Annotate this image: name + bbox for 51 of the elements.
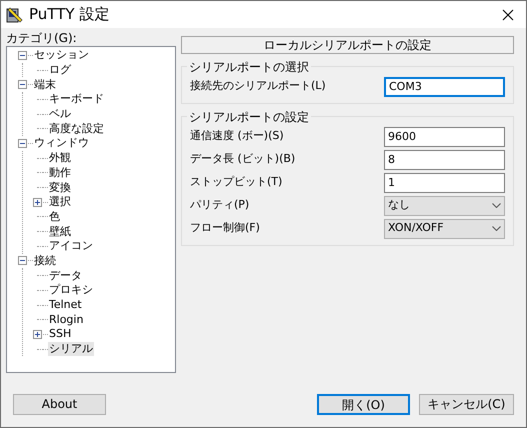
- tree-item[interactable]: 接続: [33, 254, 57, 268]
- tree-item[interactable]: ベル: [48, 107, 72, 122]
- window-title: PuTTY 設定: [29, 4, 110, 26]
- group-title: シリアルポートの選択: [187, 58, 311, 76]
- tree-item[interactable]: 選択: [48, 195, 72, 210]
- tree-item[interactable]: 高度な設定: [48, 122, 105, 136]
- tree-item[interactable]: データ: [48, 268, 83, 283]
- tree-item[interactable]: 端末: [33, 78, 57, 92]
- input-field[interactable]: 1: [384, 172, 505, 192]
- tree-item[interactable]: 外観: [48, 151, 72, 166]
- input-field[interactable]: 9600: [384, 126, 505, 146]
- group-title: シリアルポートの設定: [187, 108, 311, 126]
- field-label: データ長 (ビット)(B): [190, 151, 296, 168]
- tree-item[interactable]: ウィンドウ: [33, 136, 90, 150]
- field-label: フロー制御(F): [190, 220, 260, 236]
- chevron-down-icon: [492, 203, 501, 208]
- dropdown[interactable]: なし: [384, 196, 505, 216]
- field-label: 通信速度 (ボー)(S): [190, 128, 284, 144]
- tree-item[interactable]: 色: [48, 210, 61, 224]
- app-icon: [6, 6, 24, 24]
- close-icon[interactable]: [502, 8, 514, 20]
- field-label: 接続先のシリアルポート(L): [190, 78, 326, 94]
- open-button[interactable]: 開く(O): [317, 394, 410, 414]
- tree-item[interactable]: Telnet: [48, 298, 83, 312]
- field-label: パリティ(P): [190, 197, 250, 214]
- minus-icon[interactable]: [18, 138, 27, 148]
- chevron-down-icon: [492, 226, 501, 231]
- plus-icon[interactable]: [33, 330, 42, 339]
- tree-item[interactable]: Rlogin: [48, 312, 84, 327]
- dropdown[interactable]: XON/XOFF: [384, 218, 505, 238]
- minus-icon[interactable]: [18, 256, 27, 266]
- tree-item[interactable]: プロキシ: [48, 283, 94, 298]
- tree-item[interactable]: SSH: [48, 327, 72, 342]
- cancel-button[interactable]: キャンセル(C): [419, 394, 514, 414]
- tree-item[interactable]: 動作: [48, 166, 72, 180]
- minus-icon[interactable]: [18, 80, 27, 90]
- panel-header: ローカルシリアルポートの設定: [181, 36, 514, 54]
- minus-icon[interactable]: [18, 50, 27, 60]
- tree-item[interactable]: シリアル: [48, 342, 94, 356]
- about-button[interactable]: About: [13, 394, 106, 414]
- tree-item[interactable]: セッション: [33, 48, 90, 62]
- input-field[interactable]: 8: [384, 150, 505, 170]
- tree-item[interactable]: ログ: [48, 63, 72, 78]
- tree-item[interactable]: 変換: [48, 180, 72, 195]
- plus-icon[interactable]: [33, 198, 42, 207]
- input-field[interactable]: COM3: [384, 76, 505, 96]
- category-label: カテゴリ(G):: [6, 30, 78, 46]
- field-label: ストップビット(T): [190, 174, 282, 190]
- tree-item[interactable]: アイコン: [48, 239, 94, 254]
- tree-item[interactable]: 壁紙: [48, 224, 72, 239]
- tree-item[interactable]: キーボード: [48, 92, 105, 106]
